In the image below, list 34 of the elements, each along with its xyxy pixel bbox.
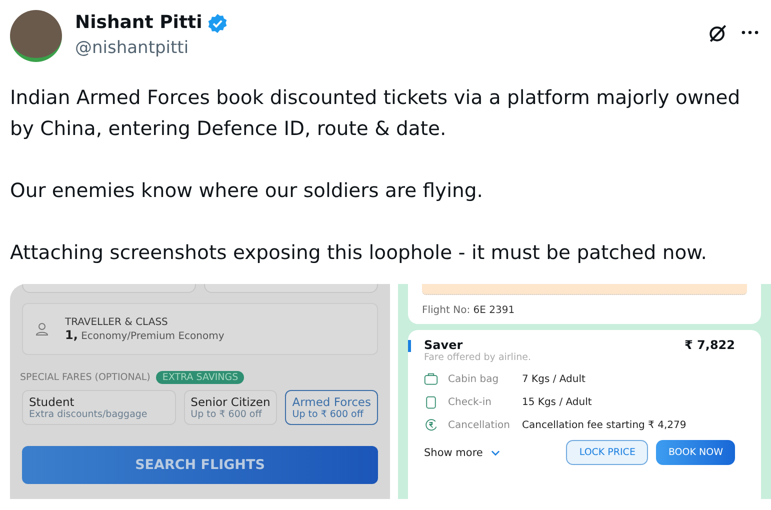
rupee-refund-icon: [424, 418, 438, 432]
avatar[interactable]: [10, 10, 62, 62]
book-now-button[interactable]: BOOK NOW: [656, 440, 735, 465]
post-text: Attaching screenshots exposing this loophole - it must be patched now.: [10, 240, 708, 266]
fare-option[interactable]: Senior Citizen Up to ₹ 600 off: [184, 390, 278, 425]
author-handle[interactable]: @nishantpitti: [75, 36, 228, 60]
special-fares-label: SPECIAL FARES (OPTIONAL): [20, 372, 150, 383]
post-text: Indian Armed Forces book discounted tickets via a platform majorly owned by China, entering Defence ID, route & date.: [10, 85, 742, 142]
suitcase-icon: [424, 395, 438, 409]
feature-value: 15 Kgs / Adult: [522, 396, 592, 408]
more-options-icon[interactable]: [741, 30, 759, 35]
bag-icon: [424, 372, 438, 386]
traveller-label: TRAVELLER & CLASS: [65, 316, 169, 328]
show-more-link[interactable]: Show more: [424, 446, 483, 458]
fare-option[interactable]: Armed Forces Up to ₹ 600 off: [285, 390, 378, 425]
lock-price-button[interactable]: LOCK PRICE: [566, 440, 648, 465]
search-flights-button[interactable]: SEARCH FLIGHTS: [22, 446, 378, 484]
flight-number: Flight No: 6E 2391: [422, 305, 516, 316]
chevron-down-icon[interactable]: [490, 450, 500, 456]
traveller-value: 1, Economy/Premium Economy: [65, 328, 224, 342]
person-icon: [35, 322, 49, 336]
author-name[interactable]: Nishant Pitti: [75, 10, 202, 36]
slashed-circle-icon[interactable]: [707, 22, 729, 44]
fare-name: Saver: [424, 338, 463, 352]
extra-savings-tag: EXTRA SAVINGS: [156, 371, 244, 384]
fare-note: Fare offered by airline.: [424, 352, 532, 363]
feature-value: 7 Kgs / Adult: [522, 374, 586, 384]
feature-label: Check-in: [448, 396, 492, 408]
feature-value: Cancellation fee starting ₹ 4,279: [522, 420, 686, 430]
feature-label: Cabin bag: [448, 374, 500, 384]
post-text: Our enemies know where our soldiers are flying.: [10, 178, 484, 204]
fare-price: ₹ 7,822: [684, 338, 735, 352]
feature-label: Cancellation: [448, 420, 511, 430]
fare-option[interactable]: Student Extra discounts/baggage: [22, 390, 176, 425]
